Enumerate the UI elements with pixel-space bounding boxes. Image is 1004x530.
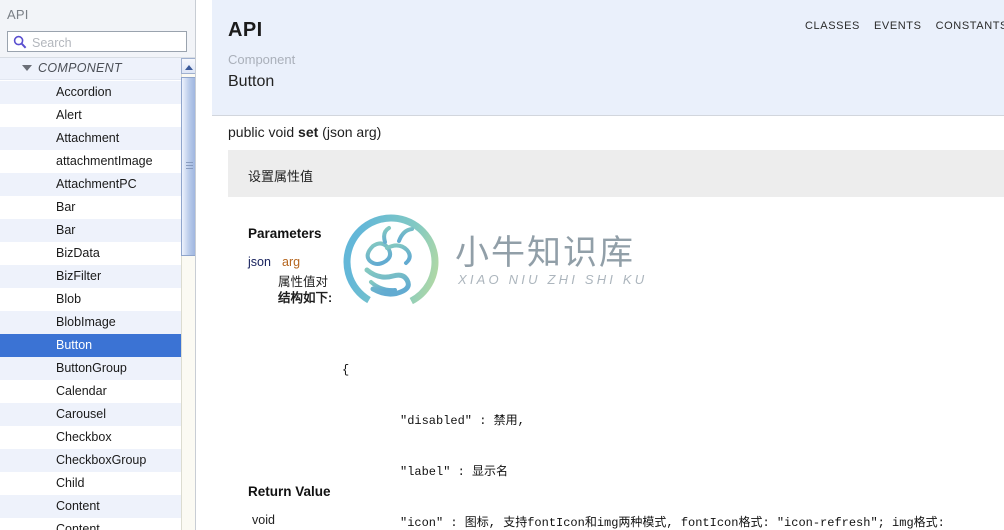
code-line: "icon" : 图标, 支持fontIcon和img两种模式, fontIco… — [400, 516, 945, 530]
sidebar-item-child[interactable]: Child — [0, 472, 181, 495]
top-navigation: CLASSES EVENTS CONSTANTS — [805, 20, 1004, 32]
parameter-type: json — [248, 255, 271, 269]
sidebar-item-blob[interactable]: Blob — [0, 288, 181, 311]
method-name: set — [298, 124, 319, 140]
page-title: API — [228, 19, 263, 41]
sidebar-item-bizfilter[interactable]: BizFilter — [0, 265, 181, 288]
parameter-name: arg — [282, 255, 301, 269]
code-line: "disabled" : 禁用, — [400, 414, 525, 428]
component-name: Button — [228, 73, 275, 90]
sidebar-scrollbar-thumb[interactable] — [181, 77, 195, 256]
api-documentation-window: API COMPONENT AccordionAlertAttachmentat… — [0, 0, 1004, 530]
content-panel: API Component Button CLASSES EVENTS CONS… — [212, 0, 1004, 530]
method-signature: public void set (json arg) — [228, 124, 381, 140]
sidebar-item-attachmentpc[interactable]: AttachmentPC — [0, 173, 181, 196]
nav-link-events[interactable]: EVENTS — [874, 20, 922, 32]
chevron-up-icon — [185, 65, 193, 70]
sidebar-item-content[interactable]: Content — [0, 495, 181, 518]
content-header: API Component Button CLASSES EVENTS CONS… — [212, 0, 1004, 115]
code-open-brace: { — [342, 363, 350, 377]
sidebar-item-content[interactable]: Content — [0, 518, 181, 530]
return-value-heading: Return Value — [248, 484, 331, 499]
sidebar-title: API — [7, 7, 29, 22]
component-kicker: Component — [228, 52, 296, 67]
method-args: (json arg) — [322, 124, 382, 140]
sidebar-scroll-up-button[interactable] — [181, 58, 195, 74]
sidebar-item-button[interactable]: Button — [0, 334, 181, 357]
sidebar-item-alert[interactable]: Alert — [0, 104, 181, 127]
signature-divider — [212, 115, 1004, 116]
sidebar-item-attachment[interactable]: Attachment — [0, 127, 181, 150]
parameter-description-line2: 结构如下: — [278, 291, 333, 305]
caret-down-icon — [22, 65, 32, 71]
sidebar-group-label: COMPONENT — [38, 61, 122, 75]
sidebar-item-accordion[interactable]: Accordion — [0, 81, 181, 104]
sidebar-item-blobimage[interactable]: BlobImage — [0, 311, 181, 334]
component-list[interactable]: Accordion Alert Attachment attachmentImage A… — [0, 81, 181, 530]
code-line: "label" : 显示名 — [400, 465, 509, 479]
scrollbar-grip-icon — [186, 162, 193, 169]
sidebar-item-carousel[interactable]: Carousel — [0, 403, 181, 426]
search-box[interactable] — [7, 31, 187, 53]
watermark-text-chinese: 小牛知识库 — [455, 233, 635, 273]
sidebar-item-bar[interactable]: Bar — [0, 219, 181, 242]
ox-circle-logo-icon — [343, 214, 439, 310]
method-description: 设置属性值 — [248, 169, 314, 184]
sidebar-item-buttongroup[interactable]: ButtonGroup — [0, 357, 181, 380]
sidebar-item-attachmentimage[interactable]: attachmentImage — [0, 150, 181, 173]
sidebar-item-checkbox[interactable]: Checkbox — [0, 426, 181, 449]
sidebar-item-checkboxgroup[interactable]: CheckboxGroup — [0, 449, 181, 472]
sidebar-group-component[interactable]: COMPONENT — [0, 58, 195, 80]
sidebar-item-bar[interactable]: Bar — [0, 196, 181, 219]
watermark-text-pinyin: XIAO NIU ZHI SHI KU — [458, 272, 648, 287]
parameter-code-block: { "disabled" : 禁用, "label" : 显示名 "icon" … — [342, 328, 945, 530]
method-description-box: 设置属性值 — [228, 150, 1004, 197]
return-value-type: void — [252, 513, 275, 527]
sidebar-header: API — [0, 0, 195, 58]
method-modifiers: public void — [228, 124, 295, 140]
nav-link-classes[interactable]: CLASSES — [805, 20, 860, 32]
sidebar: API COMPONENT AccordionAlertAttachmentat… — [0, 0, 196, 530]
sidebar-item-calendar[interactable]: Calendar — [0, 380, 181, 403]
sidebar-item-bizdata[interactable]: BizData — [0, 242, 181, 265]
search-input[interactable] — [30, 32, 186, 53]
nav-link-constants[interactable]: CONSTANTS — [936, 20, 1004, 32]
parameters-heading: Parameters — [248, 226, 322, 241]
watermark: 小牛知识库 XIAO NIU ZHI SHI KU — [337, 208, 677, 318]
search-icon — [13, 35, 27, 49]
